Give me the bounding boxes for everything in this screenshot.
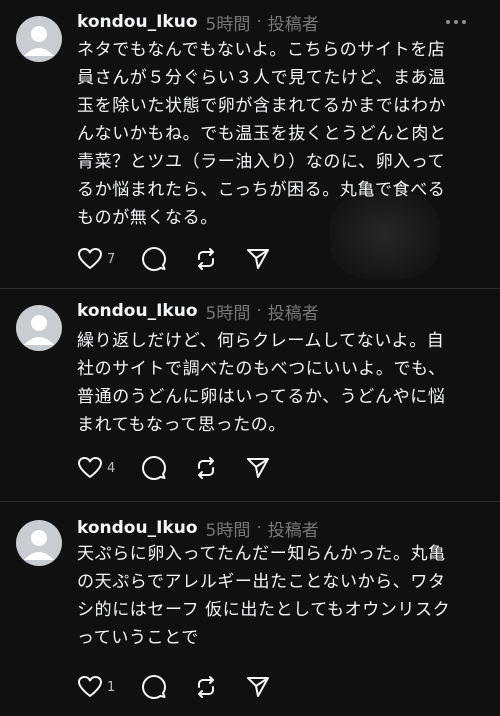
share-send-icon [247,677,270,697]
default-avatar-icon [24,26,54,56]
post-header: kondou_Ikuo 5時間 · 投稿者 [77,299,484,324]
post-text-line: るか悩まれたら、こっちが困る。丸亀で食べる [77,180,446,200]
like-button[interactable]: 7 [77,247,115,271]
post-body: 繰り返しだけど、何らクレームしてないよ。自 社のサイトで調べたのもべつにいいよ。… [77,327,487,439]
post-text-line: 玉を除いた状態で卵が含まれてるかまではわか [77,96,447,116]
username[interactable]: kondou_Ikuo [77,301,198,321]
post-text-line: っていうことで [77,628,199,648]
post-header: kondou_Ikuo 5時間 · 投稿者 [77,516,484,541]
username[interactable]: kondou_Ikuo [77,518,198,538]
heart-icon [78,676,102,697]
separator-dot: · [256,12,262,32]
post-text-line: 普通のうどんに卵はいってるか、うどんやに悩 [77,387,446,407]
repost-icon [198,676,215,698]
separator-dot: · [256,301,262,321]
post-time[interactable]: 5時間 [206,516,251,541]
post-header: kondou_Ikuo 5時間 · 投稿者 [77,10,484,35]
share-button[interactable] [245,674,271,700]
thread-post-1: kondou_Ikuo 5時間 · 投稿者 ネタでもなんでもないよ。こちらのサイ… [0,0,500,288]
comment-bubble-icon [142,247,167,271]
post-time[interactable]: 5時間 [206,10,251,35]
repost-button[interactable] [193,455,219,481]
thread-post-3: kondou_Ikuo 5時間 · 投稿者 天ぷらに卵入ってたんだー知らんかった… [0,502,500,716]
author-badge: 投稿者 [267,14,319,35]
post-text-line: 員さんが５分ぐらい３人で見てたけど、まあ温 [77,68,446,88]
author-badge: 投稿者 [267,303,319,324]
more-dot [462,20,466,24]
avatar[interactable] [16,520,62,566]
repost-icon [198,457,215,479]
reply-button[interactable] [141,246,167,272]
post-text-line: 天ぷらに卵入ってたんだー知らんかった。丸亀 [77,544,446,564]
default-avatar-icon [24,530,54,560]
post-text-line: まれてもなって思ったの。 [77,415,286,435]
share-button[interactable] [245,246,271,272]
comment-bubble-icon [142,456,167,480]
separator-dot: · [256,518,262,538]
like-count: 4 [107,460,116,476]
heart-icon [78,248,102,269]
reply-button[interactable] [141,455,167,481]
like-count: 7 [107,251,116,267]
default-avatar-icon [24,315,54,345]
repost-icon [198,248,215,270]
post-text-line: の天ぷらでアレルギー出たことないから、ワタ [77,572,446,592]
author-badge: 投稿者 [267,520,319,541]
post-actions: 1 [77,674,297,700]
reply-button[interactable] [141,674,167,700]
like-button[interactable]: 4 [77,456,115,480]
avatar[interactable] [16,16,62,62]
post-text-line: シ的にはセーフ 仮に出たとしてもオウンリスク [77,600,451,620]
post-text-line: んないかもね。でも温玉を抜くとうどんと肉と [77,124,447,144]
post-text-line: 青菜？とツユ（ラー油入り）なのに、卵入って [77,152,446,172]
post-body: ネタでもなんでもないよ。こちらのサイトを店 員さんが５分ぐらい３人で見てたけど、… [77,36,487,232]
username[interactable]: kondou_Ikuo [77,12,198,32]
post-time[interactable]: 5時間 [206,299,251,324]
thread-post-2: kondou_Ikuo 5時間 · 投稿者 繰り返しだけど、何らクレームしてない… [0,289,500,501]
heart-icon [78,457,102,478]
more-dot [454,20,458,24]
more-horizontal-icon [446,20,450,24]
repost-button[interactable] [193,674,219,700]
avatar[interactable] [16,305,62,351]
post-body: 天ぷらに卵入ってたんだー知らんかった。丸亀 の天ぷらでアレルギー出たことないから… [77,540,487,652]
post-actions: 4 [77,455,297,481]
share-send-icon [247,249,270,269]
share-button[interactable] [245,455,271,481]
like-button[interactable]: 1 [77,675,115,699]
post-text-line: ものが無くなる。 [77,208,218,228]
share-send-icon [247,458,270,478]
like-count: 1 [107,679,116,695]
post-text-line: ネタでもなんでもないよ。こちらのサイトを店 [77,40,446,60]
post-text-line: 社のサイトで調べたのもべつにいいよ。でも、 [77,359,446,379]
more-options-button[interactable] [446,14,466,30]
post-actions: 7 [77,246,297,272]
post-text-line: 繰り返しだけど、何らクレームしてないよ。自 [77,331,445,351]
repost-button[interactable] [193,246,219,272]
comment-bubble-icon [142,675,167,699]
